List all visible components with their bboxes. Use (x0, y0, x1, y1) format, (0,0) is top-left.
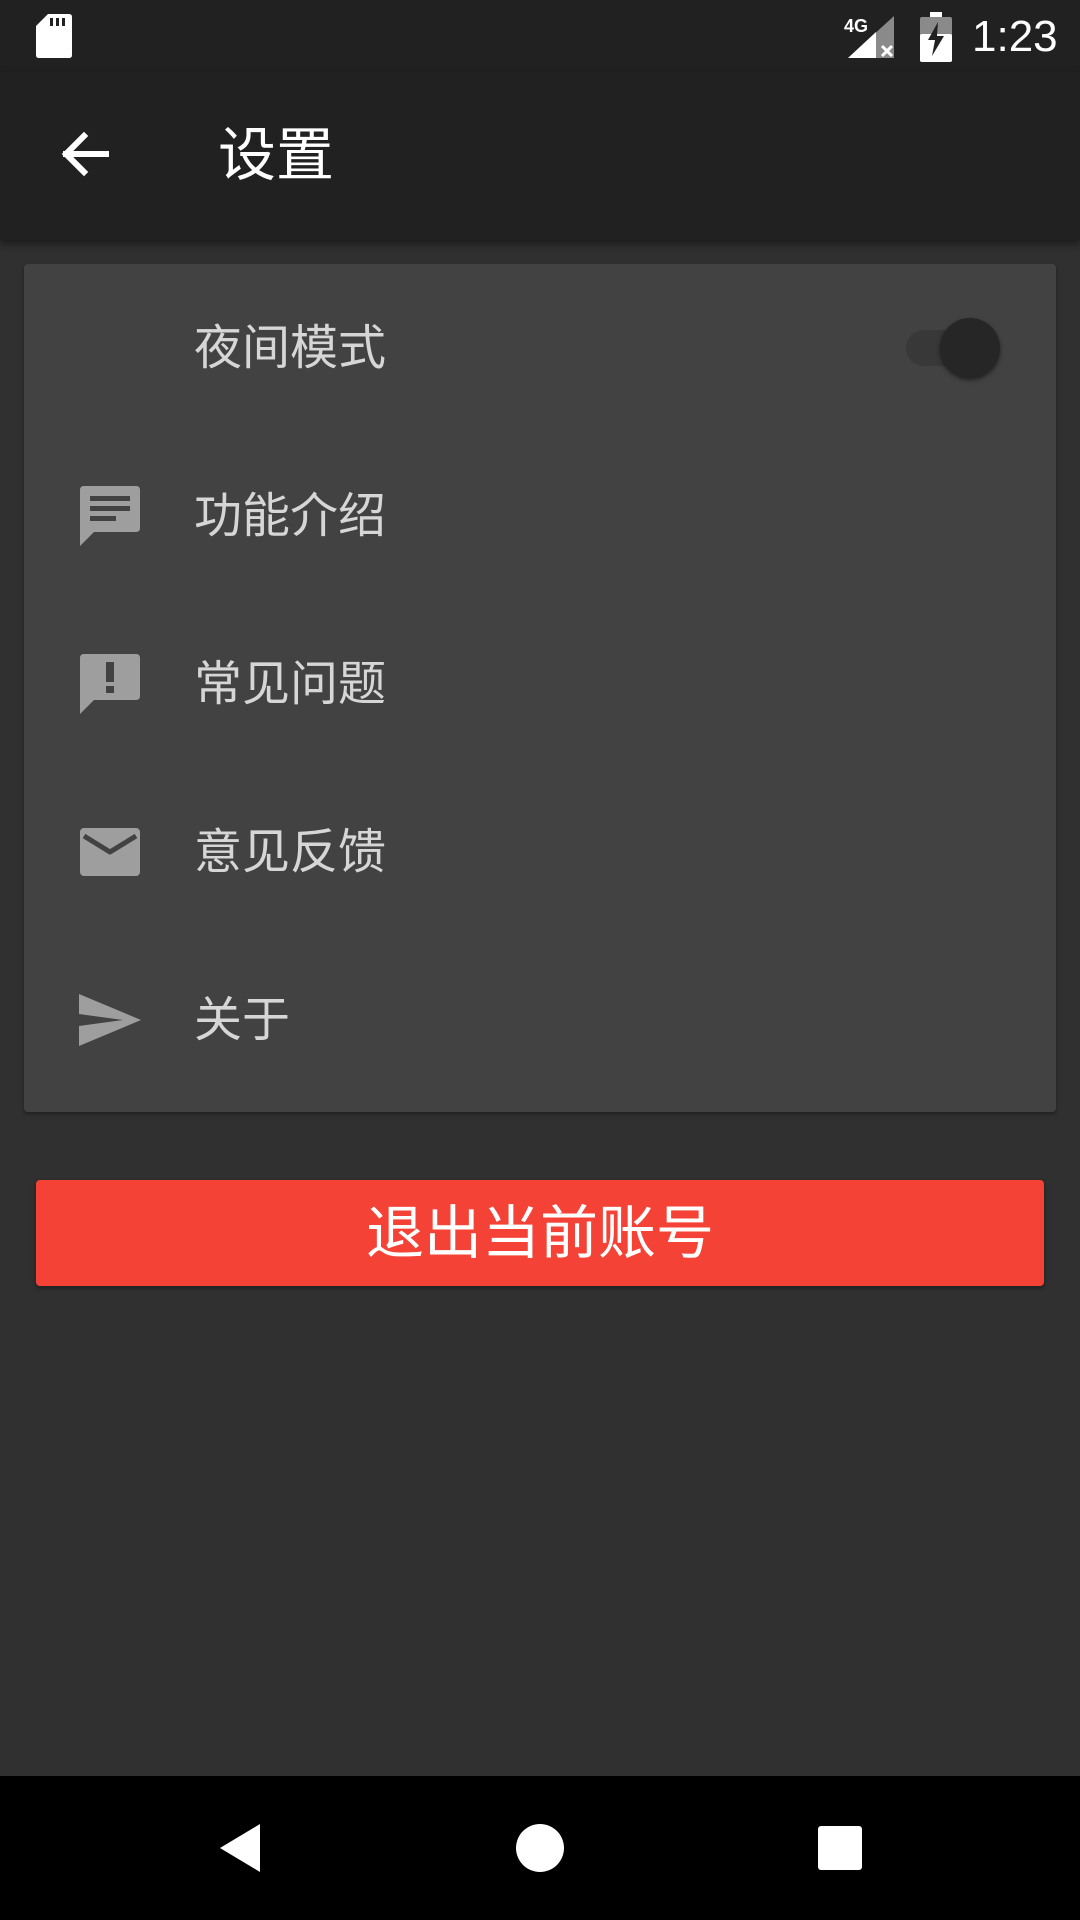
settings-item-label: 关于 (194, 992, 291, 1048)
email-icon (76, 818, 144, 886)
nav-home-button[interactable] (492, 1800, 588, 1896)
settings-item-label: 常见问题 (194, 656, 387, 712)
toggle-thumb (940, 318, 1000, 378)
signal-4g-no-data-icon: 4G (844, 16, 894, 58)
settings-card: 夜间模式 功能介绍 常见问题 意见反馈 关于 (24, 264, 1056, 1112)
message-icon (76, 482, 144, 550)
navigation-bar (0, 1776, 1080, 1920)
app-bar: 设置 (0, 72, 1080, 240)
network-type-label: 4G (844, 16, 868, 36)
settings-item-faq[interactable]: 常见问题 (24, 600, 1056, 768)
settings-item-about[interactable]: 关于 (24, 936, 1056, 1104)
settings-item-label: 夜间模式 (194, 320, 387, 376)
nav-back-button[interactable] (192, 1800, 288, 1896)
recents-square-icon (818, 1826, 862, 1870)
send-icon (76, 986, 144, 1054)
home-circle-icon (516, 1824, 564, 1872)
settings-item-feature-intro[interactable]: 功能介绍 (24, 432, 1056, 600)
settings-screen: 4G 1:23 设置 夜间模式 功能介绍 常见问题 意见反馈 关于 退出当前账号 (0, 0, 1080, 1920)
feedback-alert-icon (76, 650, 144, 718)
status-bar: 4G 1:23 (0, 0, 1080, 72)
settings-item-label: 功能介绍 (194, 488, 387, 544)
back-button[interactable] (42, 112, 126, 196)
back-triangle-icon (220, 1824, 260, 1872)
settings-item-night-mode[interactable]: 夜间模式 (24, 264, 1056, 432)
settings-item-feedback[interactable]: 意见反馈 (24, 768, 1056, 936)
nav-recents-button[interactable] (792, 1800, 888, 1896)
moon-icon (76, 314, 144, 382)
logout-button[interactable]: 退出当前账号 (36, 1180, 1044, 1286)
arrow-back-icon (61, 131, 109, 177)
page-title: 设置 (218, 121, 335, 189)
night-mode-toggle[interactable] (900, 316, 1004, 380)
status-clock: 1:23 (972, 12, 1058, 61)
battery-charging-icon (920, 12, 952, 62)
settings-item-label: 意见反馈 (194, 824, 387, 880)
sd-card-icon (36, 14, 72, 58)
